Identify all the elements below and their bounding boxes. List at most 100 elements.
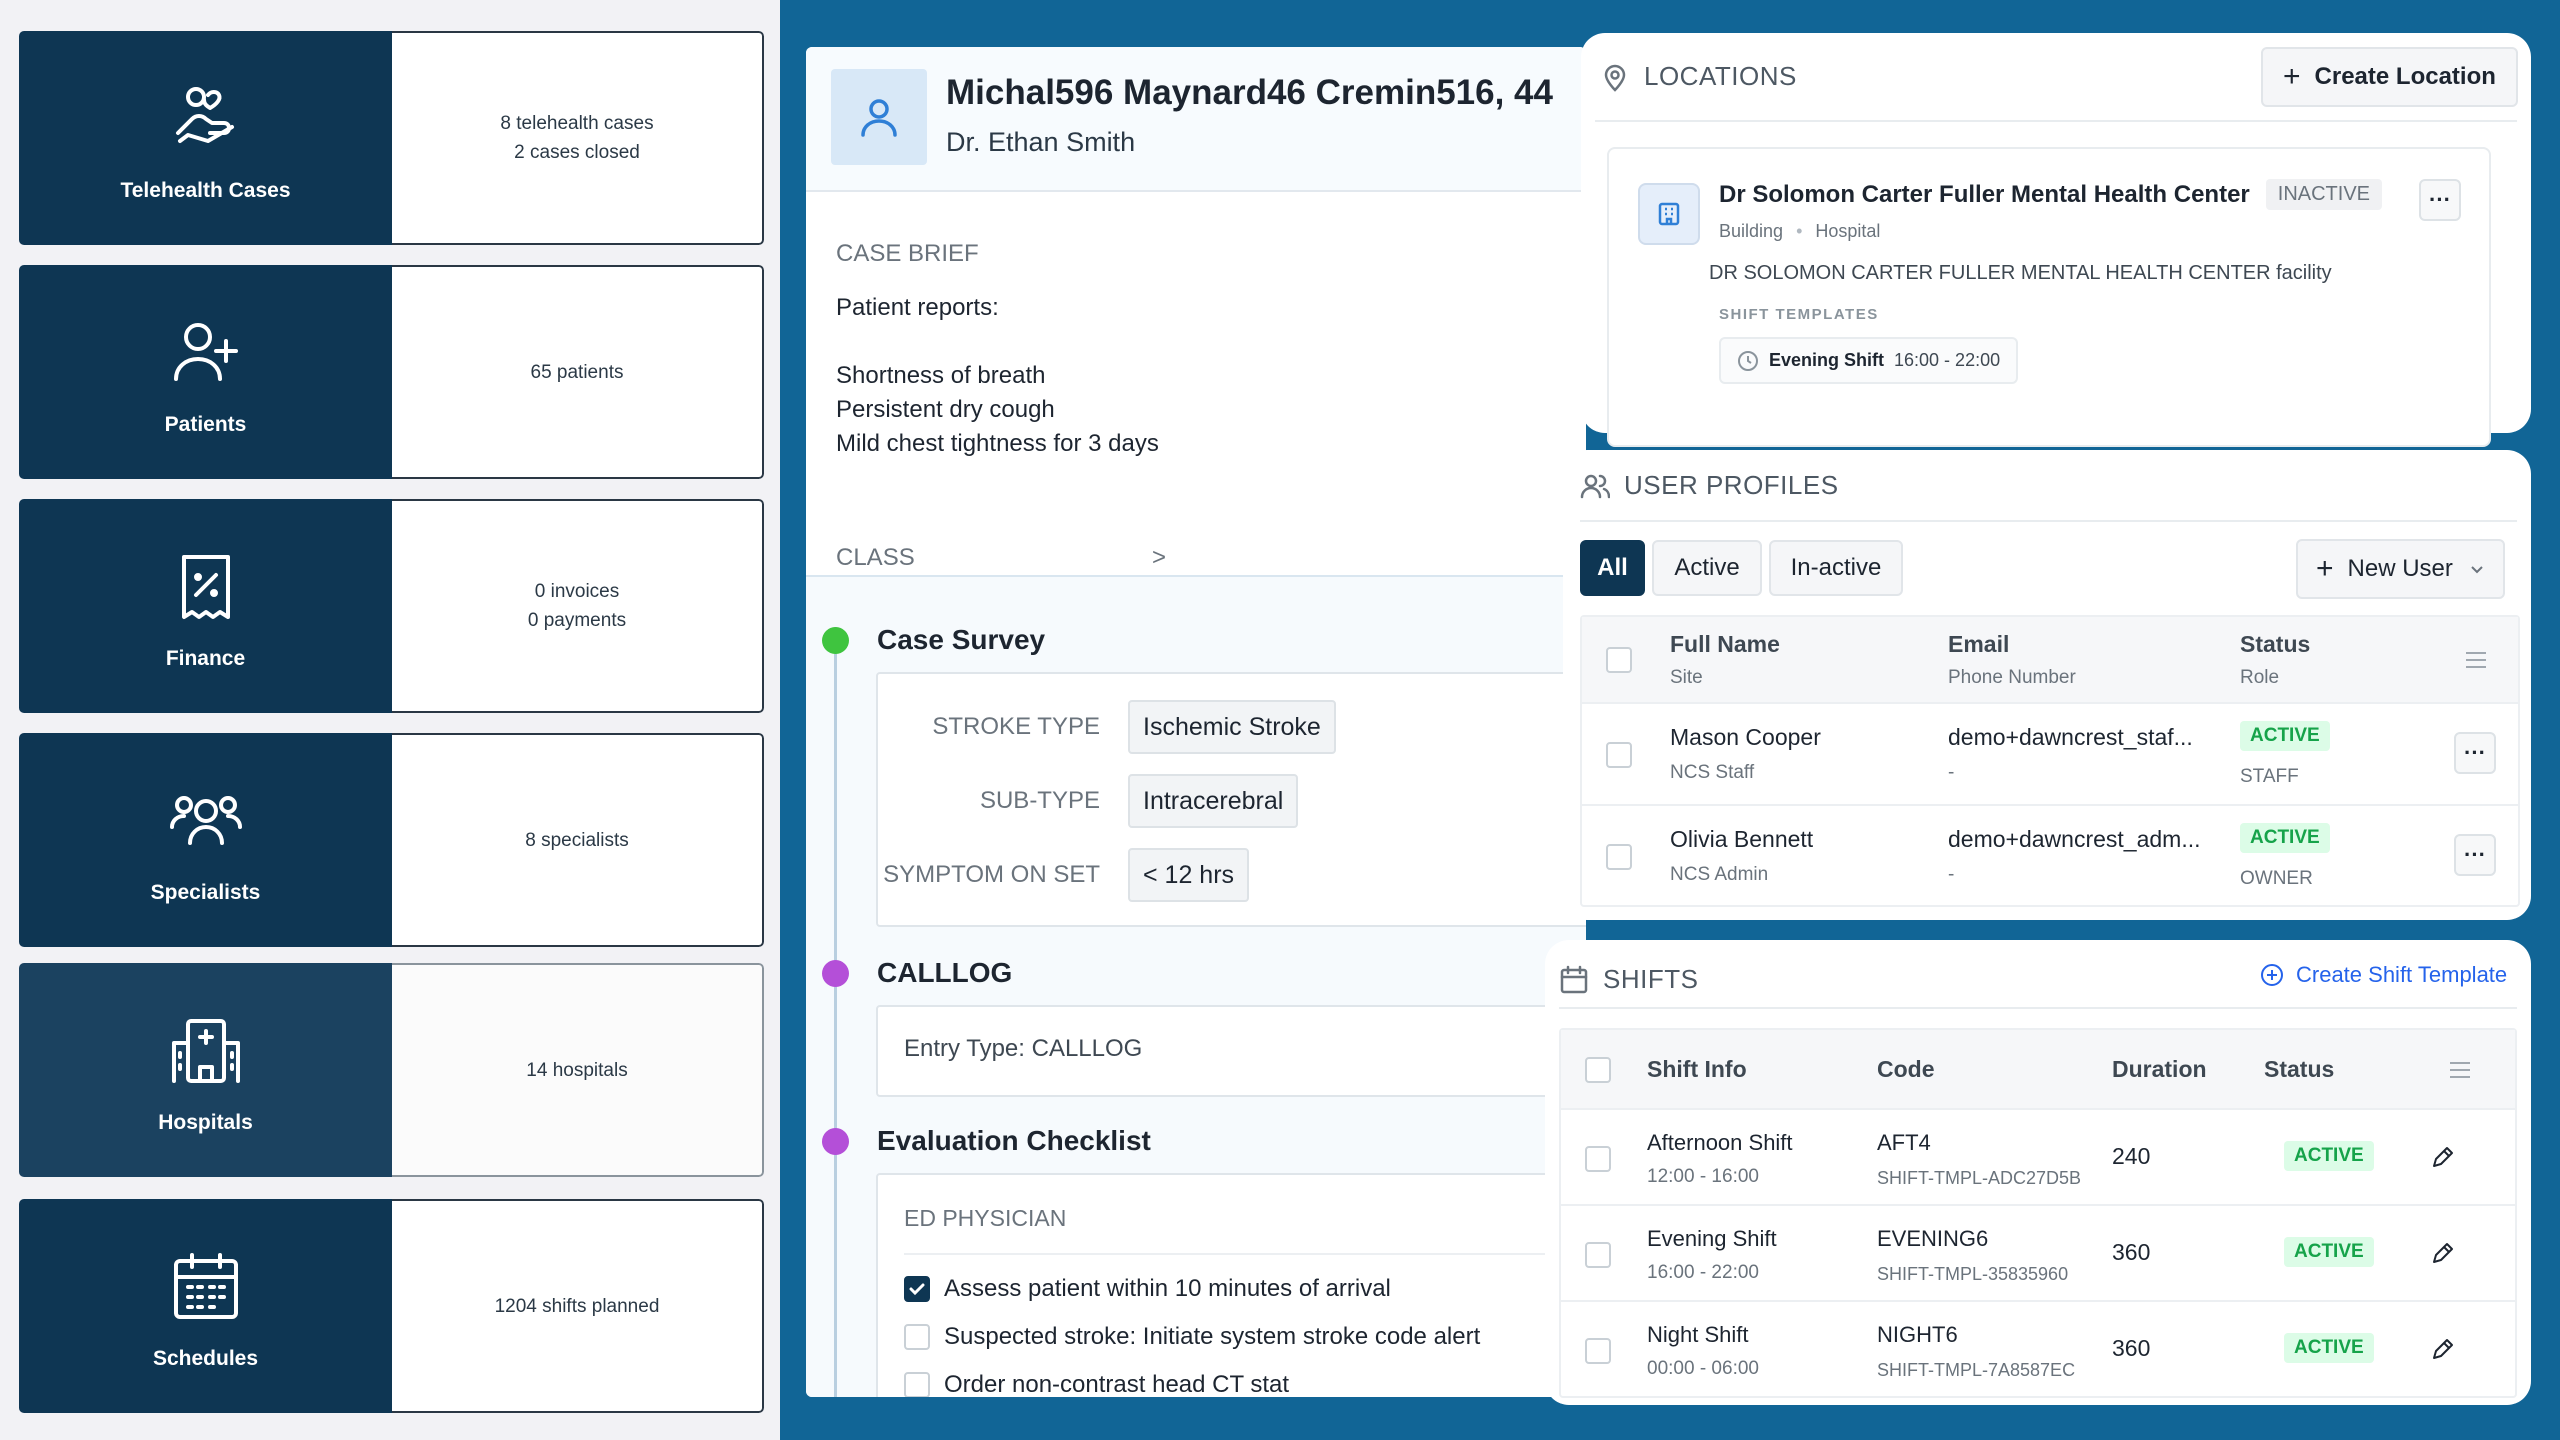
card-finance[interactable]: Finance 0 invoices 0 payments	[19, 499, 764, 713]
locations-header: LOCATIONS	[1600, 61, 1797, 92]
card-info: 8 telehealth cases 2 cases closed	[392, 31, 764, 245]
shifts-table: Shift Info Code Duration Status Afternoo…	[1559, 1028, 2517, 1398]
checklist-item[interactable]: Order non-contrast head CT stat	[904, 1371, 1289, 1397]
table-row[interactable]: Evening Shift 16:00 - 22:00 EVENING6 SHI…	[1561, 1206, 2515, 1302]
table-header: Full Name Site Email Phone Number Status…	[1582, 617, 2518, 704]
shifts-panel: SHIFTS Create Shift Template Shift Info …	[1545, 940, 2531, 1405]
card-tile[interactable]: Schedules	[19, 1199, 392, 1413]
chevron-down-icon	[2471, 566, 2483, 574]
shift-name: Evening Shift	[1647, 1226, 1777, 1251]
more-options-button[interactable]: ···	[2419, 179, 2461, 221]
table-row[interactable]: Olivia Bennett NCS Admin demo+dawncrest_…	[1582, 806, 2518, 908]
checkbox[interactable]	[904, 1372, 930, 1397]
col-status-sub: Role	[2240, 667, 2280, 688]
col-name[interactable]: Full Name	[1670, 631, 1780, 658]
col-status[interactable]: Status	[2264, 1056, 2334, 1083]
card-tile[interactable]: Specialists	[19, 733, 392, 947]
user-email: demo+dawncrest_adm...	[1948, 826, 2201, 852]
plus-icon: +	[2283, 60, 2301, 93]
plus-circle-icon	[2261, 964, 2283, 986]
location-meta: Building • Hospital	[1719, 221, 1880, 242]
shift-code: EVENING6	[1877, 1226, 1989, 1251]
shifts-title: SHIFTS	[1603, 964, 1699, 994]
location-card[interactable]: Dr Solomon Carter Fuller Mental Health C…	[1607, 147, 2491, 447]
users-table: Full Name Site Email Phone Number Status…	[1580, 615, 2520, 907]
card-telehealth-cases[interactable]: Telehealth Cases 8 telehealth cases 2 ca…	[19, 31, 764, 245]
hospital-icon	[171, 1019, 240, 1083]
col-duration[interactable]: Duration	[2112, 1056, 2207, 1083]
status-badge: ACTIVE	[2284, 1237, 2374, 1267]
status-badge: ACTIVE	[2240, 823, 2330, 853]
create-location-label: Create Location	[2314, 63, 2496, 90]
row-checkbox[interactable]	[1585, 1338, 1611, 1364]
col-code[interactable]: Code	[1877, 1056, 1935, 1083]
location-name[interactable]: Dr Solomon Carter Fuller Mental Health C…	[1719, 181, 2250, 209]
edit-icon[interactable]	[2430, 1336, 2456, 1362]
user-name: Mason Cooper	[1670, 724, 1821, 750]
table-row[interactable]: Afternoon Shift 12:00 - 16:00 AFT4 SHIFT…	[1561, 1110, 2515, 1206]
case-brief-body: Patient reports: Shortness of breath Per…	[836, 291, 1159, 461]
column-menu-icon[interactable]	[2449, 1060, 2471, 1080]
card-patients[interactable]: Patients 65 patients	[19, 265, 764, 479]
brief-line: Patient reports:	[836, 294, 999, 321]
card-tile[interactable]: Patients	[19, 265, 392, 479]
card-hospitals[interactable]: Hospitals 14 hospitals	[19, 963, 764, 1177]
edit-icon[interactable]	[2430, 1144, 2456, 1170]
checklist-item[interactable]: Assess patient within 10 minutes of arri…	[904, 1275, 1391, 1303]
table-row[interactable]: Mason Cooper NCS Staff demo+dawncrest_st…	[1582, 704, 2518, 806]
edit-icon[interactable]	[2430, 1240, 2456, 1266]
checklist-title: Evaluation Checklist	[877, 1125, 1151, 1156]
card-stat: 65 patients	[530, 361, 624, 383]
class-row[interactable]: CLASS >	[836, 544, 1166, 572]
col-status[interactable]: Status	[2240, 631, 2310, 658]
row-checkbox[interactable]	[1606, 844, 1632, 870]
card-tile[interactable]: Telehealth Cases	[19, 31, 392, 245]
user-name: Olivia Bennett	[1670, 826, 1814, 852]
users-header: USER PROFILES	[1580, 470, 1839, 501]
calendar-icon	[173, 1253, 238, 1319]
tab-inactive[interactable]: In-active	[1769, 540, 1903, 596]
card-tile[interactable]: Hospitals	[19, 963, 392, 1177]
card-specialists[interactable]: Specialists 8 specialists	[19, 733, 764, 947]
calllog-box: Entry Type: CALLLOG	[876, 1005, 1586, 1097]
row-more-button[interactable]: ···	[2454, 732, 2496, 774]
shift-name: Afternoon Shift	[1647, 1130, 1793, 1155]
shift-template-chip[interactable]: Evening Shift 16:00 - 22:00	[1719, 337, 2019, 384]
card-label: Hospitals	[158, 1111, 253, 1134]
card-tile[interactable]: Finance	[19, 499, 392, 713]
doctor-name: Dr. Ethan Smith	[946, 127, 1136, 157]
select-all-checkbox[interactable]	[1585, 1057, 1611, 1083]
plus-icon: +	[2316, 552, 2334, 585]
card-stat: 8 specialists	[525, 829, 629, 851]
chevron-right-icon[interactable]: >	[1152, 544, 1166, 572]
row-checkbox[interactable]	[1585, 1242, 1611, 1268]
row-checkbox[interactable]	[1606, 742, 1632, 768]
select-all-checkbox[interactable]	[1606, 647, 1632, 673]
col-name-sub: Site	[1670, 667, 1703, 688]
card-stat: 8 telehealth cases	[500, 113, 654, 134]
location-category: Hospital	[1815, 221, 1881, 241]
col-shift-info[interactable]: Shift Info	[1647, 1056, 1747, 1083]
checklist-dot	[822, 1128, 849, 1155]
new-user-button[interactable]: + New User	[2296, 539, 2505, 599]
checkbox[interactable]	[904, 1324, 930, 1350]
col-email[interactable]: Email	[1948, 631, 2009, 658]
user-profiles-panel: USER PROFILES All Active In-active + New…	[1563, 450, 2531, 920]
column-menu-icon[interactable]	[2465, 650, 2487, 670]
tab-all[interactable]: All	[1580, 540, 1645, 596]
calendar-icon	[1560, 965, 1588, 993]
user-icon	[861, 99, 897, 137]
row-checkbox[interactable]	[1585, 1146, 1611, 1172]
survey-title: Case Survey	[877, 624, 1046, 655]
checkbox-checked[interactable]	[904, 1276, 930, 1302]
card-schedules[interactable]: Schedules 1204 shifts planned	[19, 1199, 764, 1413]
status-badge: ACTIVE	[2284, 1141, 2374, 1171]
field-value: Intracerebral	[1128, 774, 1299, 828]
tab-active[interactable]: Active	[1652, 540, 1762, 596]
checklist-item[interactable]: Suspected stroke: Initiate system stroke…	[904, 1323, 1480, 1351]
row-more-button[interactable]: ···	[2454, 834, 2496, 876]
user-role: OWNER	[2240, 868, 2313, 889]
create-shift-template-link[interactable]: Create Shift Template	[2260, 962, 2507, 988]
table-row[interactable]: Night Shift 00:00 - 06:00 NIGHT6 SHIFT-T…	[1561, 1302, 2515, 1398]
create-location-button[interactable]: + Create Location	[2261, 47, 2518, 107]
